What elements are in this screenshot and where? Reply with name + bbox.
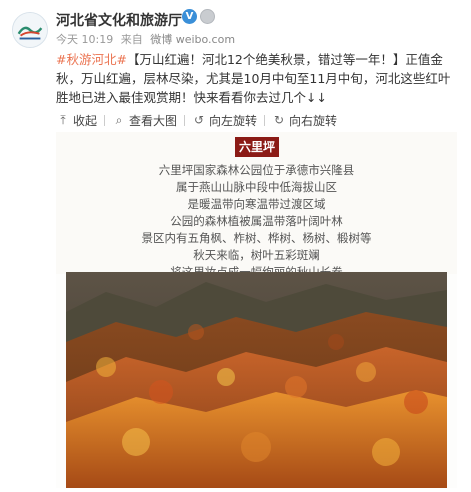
topic-link[interactable]: #秋游河北# xyxy=(56,52,127,67)
logo-icon xyxy=(13,13,47,47)
magnifier-icon: ⌕ xyxy=(115,112,123,127)
post-date[interactable]: 今天 10:19 xyxy=(56,33,113,46)
divider xyxy=(184,114,186,126)
post-header: 河北省文化和旅游厅 V 今天 10:19 来自 微博 weibo.com xyxy=(0,0,471,48)
rotate-right-icon: ↻ xyxy=(274,113,285,127)
rotate-left-label: 向左旋转 xyxy=(209,113,258,128)
image-caption-line: 公园的森林植被属温带落叶阔叶林 xyxy=(170,214,343,228)
collapse-button[interactable]: ⤒ 收起 xyxy=(56,112,97,129)
source-prefix: 来自 xyxy=(120,33,143,46)
image-toolbar: ⤒ 收起 ⌕ 查看大图 ↺ 向左旋转 ↻ 向右旋转 xyxy=(56,110,456,130)
rotate-right-label: 向右旋转 xyxy=(289,113,338,128)
badges: V xyxy=(182,9,215,24)
image-caption-line: 景区内有五角枫、柞树、桦树、杨树、椴树等 xyxy=(141,231,372,245)
account-avatar[interactable] xyxy=(12,12,48,48)
image-title-badge: 六里坪 xyxy=(235,137,279,157)
post-meta: 今天 10:19 来自 微博 weibo.com xyxy=(56,31,239,47)
divider xyxy=(104,114,106,126)
verified-icon: V xyxy=(182,9,197,24)
image-caption-line: 是暖温带向寒温带过渡区域 xyxy=(187,197,326,211)
image-caption-area: 六里坪 六里坪国家森林公园位于承德市兴隆县 属于燕山山脉中段中低海拔山区 是暖温… xyxy=(56,132,457,279)
collapse-label: 收起 xyxy=(73,113,98,128)
account-name[interactable]: 河北省文化和旅游厅 xyxy=(56,10,182,30)
post-image[interactable]: 六里坪 六里坪国家森林公园位于承德市兴隆县 属于燕山山脉中段中低海拔山区 是暖温… xyxy=(56,132,457,488)
rotate-left-icon: ↺ xyxy=(194,113,205,127)
autumn-mountain-photo xyxy=(66,272,447,488)
collapse-icon: ⤒ xyxy=(60,112,66,127)
image-caption-line: 六里坪国家森林公园位于承德市兴隆县 xyxy=(158,163,355,177)
rotate-right-button[interactable]: ↻ 向右旋转 xyxy=(272,112,337,129)
divider xyxy=(264,114,266,126)
post-body: #秋游河北#【万山红遍！河北12个绝美秋景，错过等一年！】正值金秋，万山红遍，层… xyxy=(56,50,461,107)
medal-icon xyxy=(200,9,215,24)
image-caption-line: 秋天来临，树叶五彩斑斓 xyxy=(193,248,320,262)
image-caption-line: 属于燕山山脉中段中低海拔山区 xyxy=(176,180,337,194)
view-large-label: 查看大图 xyxy=(129,113,178,128)
view-large-button[interactable]: ⌕ 查看大图 xyxy=(112,112,177,129)
rotate-left-button[interactable]: ↺ 向左旋转 xyxy=(192,112,257,129)
source-link[interactable]: 微博 weibo.com xyxy=(150,33,235,46)
